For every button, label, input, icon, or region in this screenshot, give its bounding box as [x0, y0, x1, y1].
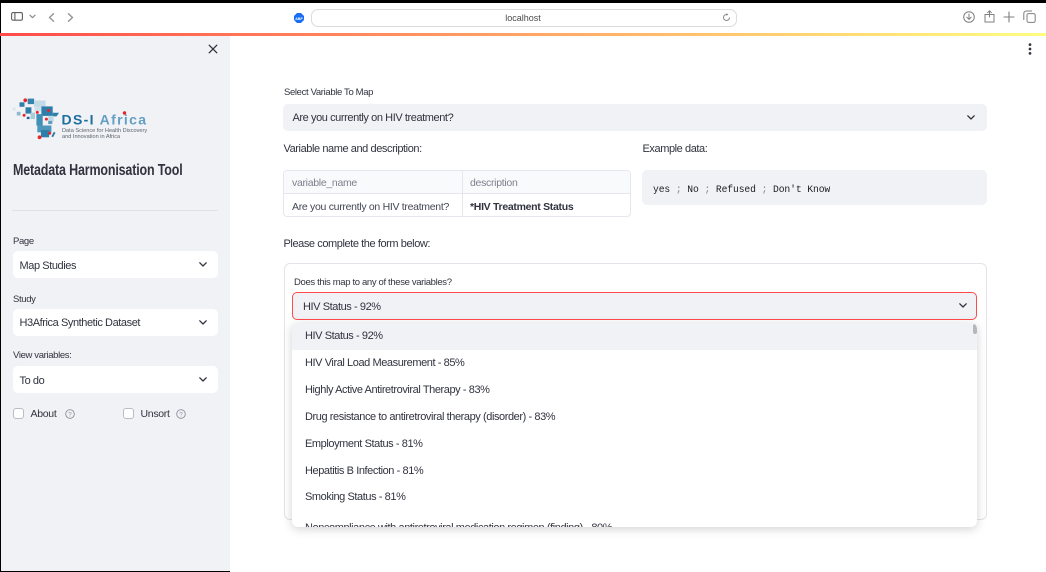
svg-text:DS-I Africa: DS-I Africa — [62, 111, 148, 127]
svg-text:and Innovation in Africa: and Innovation in Africa — [62, 134, 121, 140]
svg-text:?: ? — [179, 411, 183, 418]
svg-text:Data Science for Health Discov: Data Science for Health Discovery — [62, 128, 147, 134]
svg-text:?: ? — [68, 411, 72, 418]
